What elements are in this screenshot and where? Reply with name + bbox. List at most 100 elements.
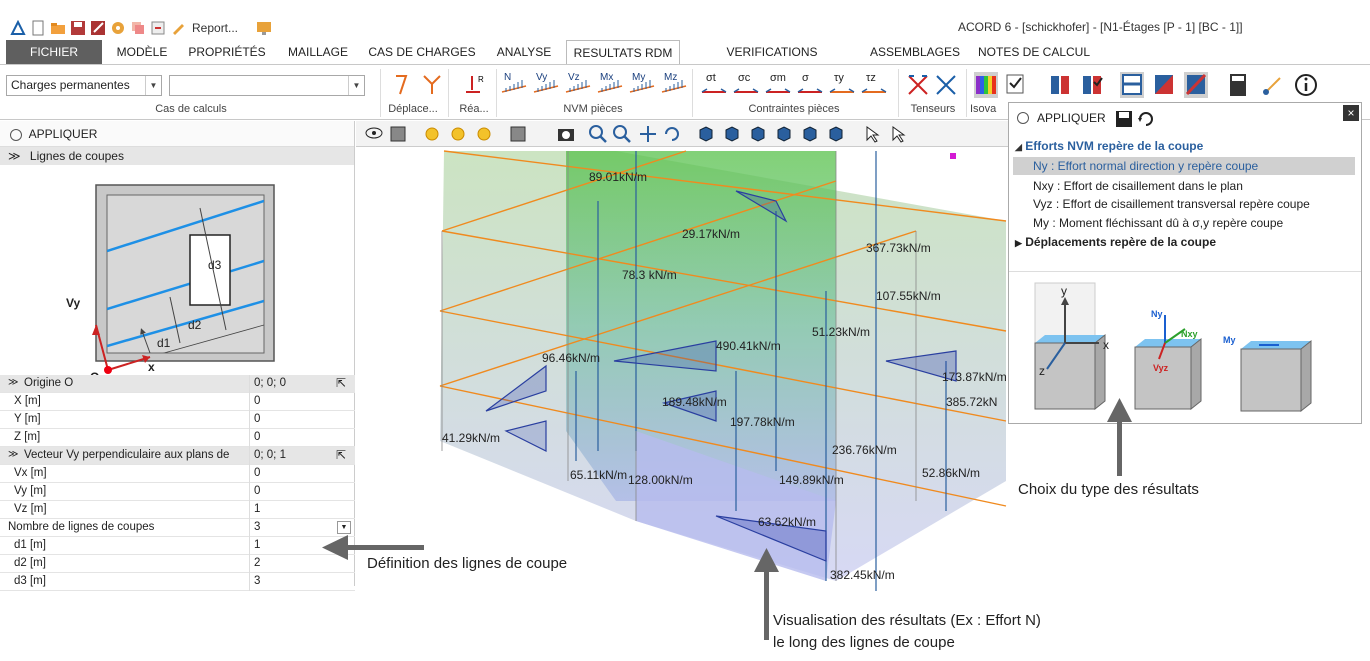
view-cube-2-icon[interactable]: [722, 124, 742, 144]
property-row[interactable]: Vy [m] 0: [0, 483, 355, 501]
results-apply-header[interactable]: APPLIQUER ×: [1009, 103, 1361, 133]
property-row[interactable]: Vz [m] 1: [0, 501, 355, 519]
section-check-icon[interactable]: [1184, 72, 1208, 98]
cloud-sun-icon[interactable]: [422, 124, 442, 144]
sun-icon[interactable]: [474, 124, 494, 144]
tenseur-2-icon[interactable]: [934, 72, 958, 98]
load-case-secondary-select[interactable]: ▼: [169, 75, 365, 96]
tab-notes-de-calcul[interactable]: NOTES DE CALCUL: [976, 40, 1092, 64]
property-row[interactable]: X [m] 0: [0, 393, 355, 411]
new-file-icon[interactable]: [30, 20, 46, 36]
close-icon[interactable]: ×: [1343, 105, 1359, 121]
open-folder-icon[interactable]: [50, 20, 66, 36]
report-button[interactable]: Report...: [192, 21, 238, 35]
tab-analyse[interactable]: ANALYSE: [488, 40, 560, 64]
monitor-icon[interactable]: [256, 20, 272, 36]
paint-bucket-icon[interactable]: [508, 124, 528, 144]
tree-item-nxy[interactable]: Nxy : Effort de cisaillement dans le pla…: [1033, 179, 1243, 193]
book-check-icon[interactable]: [1080, 72, 1104, 98]
nvm-mx-icon[interactable]: Mx: [596, 72, 623, 98]
report-pencil-icon[interactable]: [170, 20, 186, 36]
tree-item-my[interactable]: My : Moment fléchissant dû à σ,y repère …: [1033, 216, 1283, 230]
property-value[interactable]: 0: [254, 395, 260, 407]
contrainte-sigma-icon[interactable]: σ: [796, 72, 823, 98]
rotate-icon[interactable]: [662, 124, 682, 144]
deplacement-icon[interactable]: [390, 72, 414, 98]
nvm-vy-icon[interactable]: Vy: [532, 72, 559, 98]
property-value[interactable]: 0: [254, 467, 260, 479]
property-row[interactable]: d3 [m] 3: [0, 573, 355, 591]
sun-select-icon[interactable]: [448, 124, 468, 144]
contrainte-sigma-t-icon[interactable]: σt: [700, 72, 727, 98]
tab-assemblages[interactable]: ASSEMBLAGES: [868, 40, 962, 64]
tab-fichier[interactable]: FICHIER: [6, 40, 102, 64]
contrainte-tau-y-icon[interactable]: τy: [828, 72, 855, 98]
property-row[interactable]: Nombre de lignes de coupes 3 ▼: [0, 519, 355, 537]
tree-item-vyz[interactable]: Vyz : Effort de cisaillement transversal…: [1033, 197, 1310, 211]
contrainte-sigma-m-icon[interactable]: σm: [764, 72, 791, 98]
property-value[interactable]: 0: [254, 485, 260, 497]
property-row[interactable]: d2 [m] 2: [0, 555, 355, 573]
property-row[interactable]: Y [m] 0: [0, 411, 355, 429]
tree-item-ny[interactable]: Ny : Effort normal direction y repère co…: [1013, 157, 1355, 175]
nvm-mz-icon[interactable]: Mz: [660, 72, 687, 98]
pan-icon[interactable]: [638, 124, 658, 144]
tab-proprietes[interactable]: PROPRIÉTÉS: [184, 40, 270, 64]
isovaleurs-icon[interactable]: [974, 72, 998, 98]
load-case-select[interactable]: Charges permanentes ▼: [6, 75, 162, 96]
section-header-lignes[interactable]: ≫ Lignes de coupes: [0, 147, 354, 165]
select-window-icon[interactable]: [862, 124, 882, 144]
section-diag-icon[interactable]: [1152, 72, 1176, 98]
tree-efforts-nvm[interactable]: ◢ Efforts NVM repère de la coupe: [1015, 139, 1203, 153]
layers-icon[interactable]: [388, 124, 408, 144]
property-row[interactable]: ≫ Origine O 0; 0; 0 ⇱: [0, 375, 355, 393]
isovaleurs-check-icon[interactable]: [1004, 72, 1028, 98]
view-cube-1-icon[interactable]: [696, 124, 716, 144]
nvm-my-icon[interactable]: My: [628, 72, 655, 98]
property-value[interactable]: 0; 0; 0: [254, 377, 286, 389]
property-row[interactable]: Z [m] 0: [0, 429, 355, 447]
section-icon[interactable]: [1120, 72, 1144, 98]
property-value[interactable]: 3: [254, 521, 260, 533]
tab-modele[interactable]: MODÈLE: [110, 40, 174, 64]
property-value[interactable]: 0: [254, 431, 260, 443]
property-value[interactable]: 0; 0; 1: [254, 449, 286, 461]
tab-verifications-eurocodes[interactable]: VERIFICATIONS EUROCODES: [688, 40, 856, 83]
select-pointer-icon[interactable]: [888, 124, 908, 144]
view-cube-5-icon[interactable]: [800, 124, 820, 144]
tab-cas-de-charges[interactable]: CAS DE CHARGES: [366, 40, 478, 64]
save-as-icon[interactable]: [90, 20, 106, 36]
contrainte-tau-z-icon[interactable]: τz: [860, 72, 887, 98]
tree-deplacements[interactable]: ▶ Déplacements repère de la coupe: [1015, 235, 1216, 249]
property-row[interactable]: d1 [m] 1: [0, 537, 355, 555]
pick-cursor-icon[interactable]: ⇱: [336, 448, 346, 462]
save-icon[interactable]: [70, 20, 86, 36]
apply-header[interactable]: APPLIQUER: [0, 121, 354, 147]
info-icon[interactable]: [1294, 72, 1318, 98]
reaction-icon[interactable]: R: [462, 72, 486, 98]
3d-viewport[interactable]: 89.01kN/m 29.17kN/m 367.73kN/m 78.3 kN/m 107…: [356, 121, 1008, 596]
settings-icon[interactable]: [110, 20, 126, 36]
tenseur-icon[interactable]: [906, 72, 930, 98]
property-value[interactable]: 3: [254, 575, 260, 587]
chevron-down-icon[interactable]: ▼: [337, 521, 351, 534]
measure-icon[interactable]: [1262, 72, 1286, 98]
book-icon[interactable]: [1048, 72, 1072, 98]
property-value[interactable]: 2: [254, 557, 260, 569]
tab-resultats-rdm[interactable]: RESULTATS RDM: [566, 40, 680, 65]
pick-cursor-icon[interactable]: ⇱: [336, 376, 346, 390]
nvm-n-icon[interactable]: N: [500, 72, 527, 98]
contrainte-sigma-c-icon[interactable]: σc: [732, 72, 759, 98]
export-icon[interactable]: [150, 20, 166, 36]
property-value[interactable]: 0: [254, 413, 260, 425]
camera-icon[interactable]: [556, 124, 576, 144]
view-iso-icon[interactable]: [826, 124, 846, 144]
property-value[interactable]: 1: [254, 503, 260, 515]
zoom-icon[interactable]: [588, 124, 608, 144]
nvm-vz-icon[interactable]: Vz: [564, 72, 591, 98]
refresh-icon[interactable]: [1136, 109, 1156, 129]
zoom-window-icon[interactable]: [612, 124, 632, 144]
tab-maillage[interactable]: MAILLAGE: [280, 40, 356, 64]
property-row[interactable]: Vx [m] 0: [0, 465, 355, 483]
calculator-icon[interactable]: [1226, 72, 1250, 98]
